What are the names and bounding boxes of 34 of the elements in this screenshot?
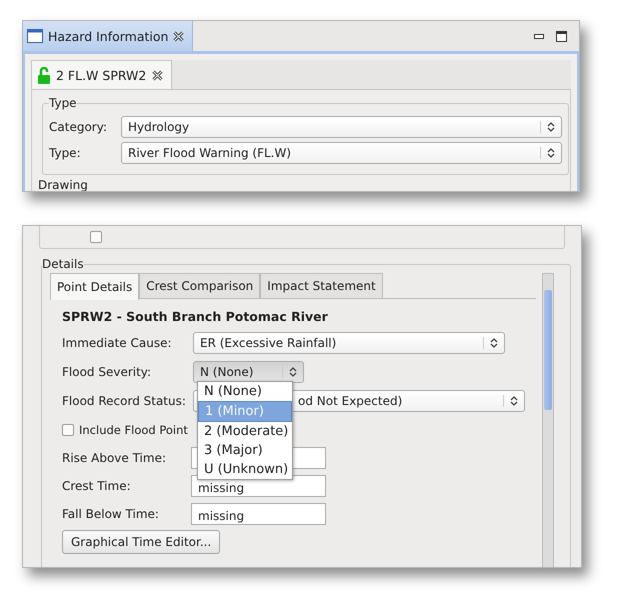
tab[interactable]: Crest Comparison [139,273,260,298]
tab[interactable]: Point Details [50,273,140,300]
input-field[interactable]: missing [191,503,326,525]
close-icon[interactable] [173,30,184,42]
field-label: Flood Record Status: [62,394,187,408]
group-title: Type [49,96,77,110]
dropdown-option[interactable]: 3 (Major) [198,441,292,460]
field-label: Rise Above Time: [62,451,167,465]
checkbox[interactable] [90,231,102,243]
field-label: Fall Below Time: [62,507,160,521]
scrollbar[interactable] [542,273,554,567]
field-label: Flood Severity: [62,364,152,378]
checkbox[interactable] [62,424,74,436]
tab[interactable]: Impact Statement [260,273,383,298]
hazard-tab[interactable]: 2 FL.W SPRW2 [31,60,172,89]
field-label: Crest Time: [62,479,132,493]
field-label: Type: [49,146,82,160]
open-lock-icon [38,66,50,84]
window-icon [27,29,43,43]
time-editor-button[interactable]: Graphical Time Editor... [62,530,220,554]
dropdown-option[interactable]: 2 (Moderate) [198,422,292,441]
minimize-icon[interactable] [534,34,544,38]
view-tab[interactable]: Hazard Information [23,21,194,51]
dropdown[interactable]: Hydrology [121,116,562,138]
maximize-icon[interactable] [556,30,567,42]
dropdown[interactable]: ER (Excessive Rainfall) [193,332,505,354]
field-label: Category: [49,120,108,134]
dropdown[interactable]: River Flood Warning (FL.W) [121,142,562,164]
checkbox-label: Include Flood Point [79,422,188,436]
point-heading: SPRW2 - South Branch Potomac River [62,309,329,324]
dropdown[interactable]: N (None) [193,360,304,382]
field-label: Immediate Cause: [62,336,173,350]
close-icon[interactable] [152,70,164,80]
group-title: Details [42,257,84,271]
